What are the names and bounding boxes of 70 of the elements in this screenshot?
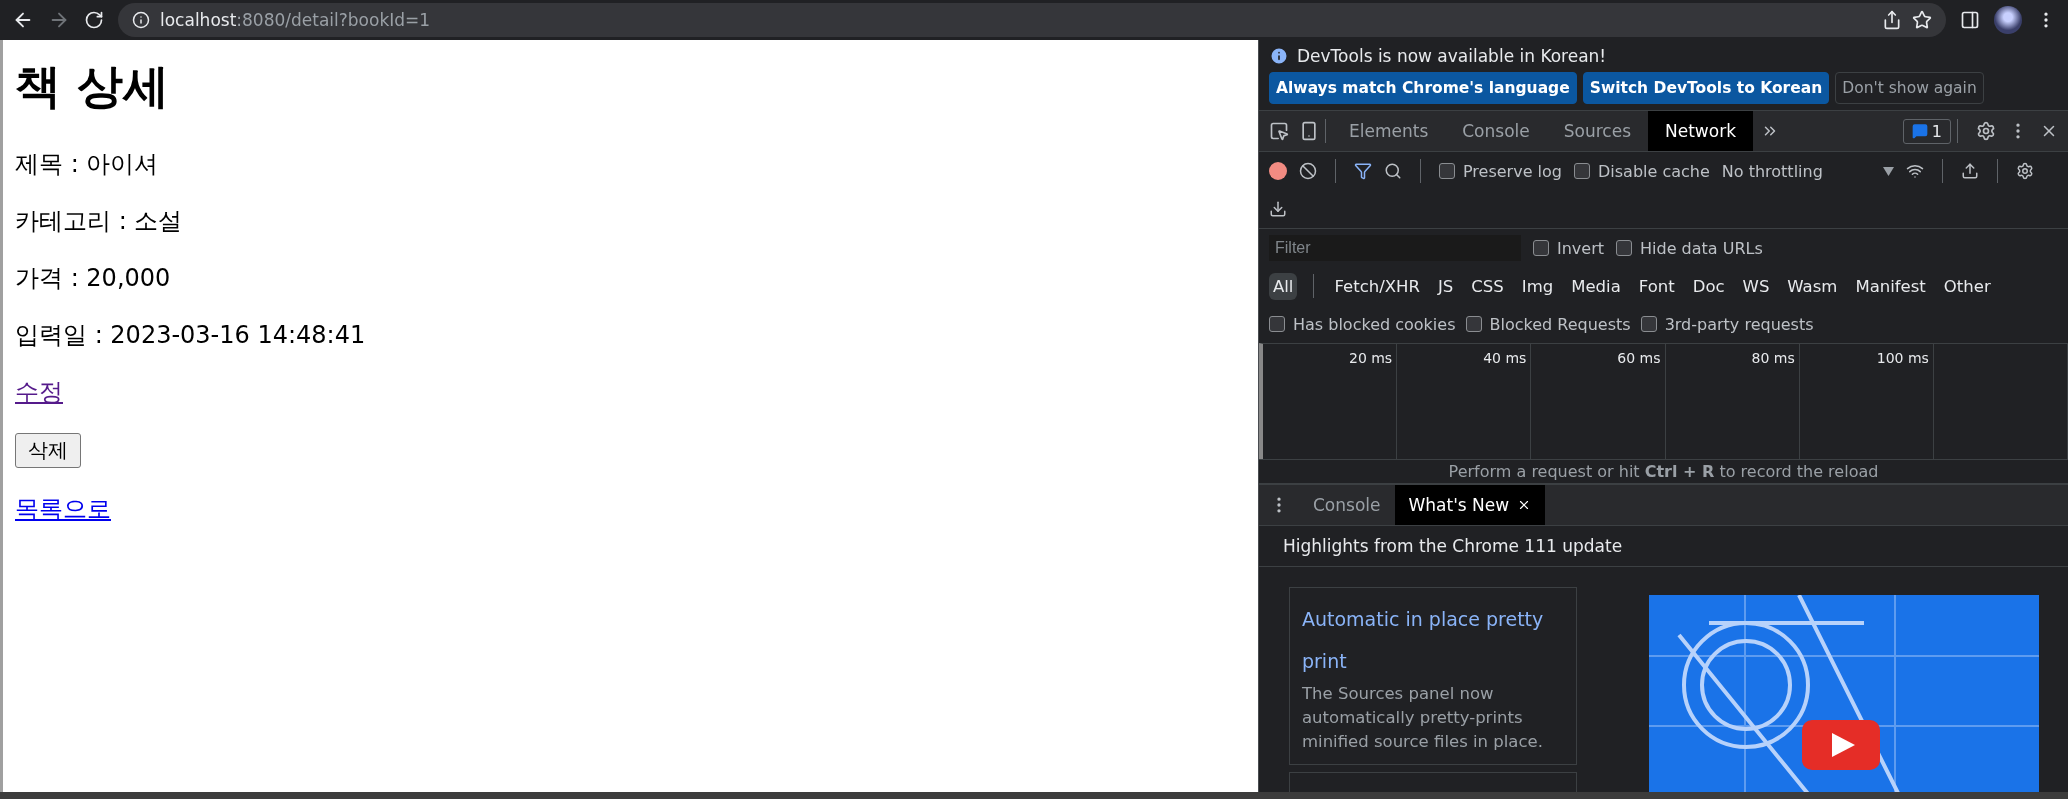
type-filter[interactable]: Fetch/XHR (1330, 272, 1424, 300)
throttling-select[interactable]: No throttling (1721, 161, 1894, 181)
panel-tab[interactable]: Sources (1546, 111, 1648, 151)
issues-badge[interactable]: 1 (1902, 118, 1951, 144)
page-heading: 책 상세 (15, 58, 170, 115)
checkbox[interactable]: Has blocked cookies (1269, 314, 1456, 334)
device-toolbar-icon[interactable] (1299, 121, 1319, 141)
type-filter[interactable]: All (1269, 272, 1298, 300)
delete-button[interactable]: 삭제 (15, 433, 81, 468)
bookmark-star-icon[interactable] (1912, 10, 1932, 30)
timeline-tick: 40 ms (1483, 350, 1527, 368)
checkbox[interactable]: Blocked Requests (1465, 314, 1631, 334)
timeline-tick: 60 ms (1617, 350, 1661, 368)
type-filter[interactable]: Manifest (1851, 272, 1930, 300)
profile-avatar[interactable] (1994, 6, 2022, 34)
side-panel-icon[interactable] (1960, 10, 1980, 30)
export-icon[interactable] (1269, 200, 1287, 218)
checkbox[interactable]: Hide data URLs (1616, 238, 1763, 258)
address-bar[interactable]: localhost:8080/detail?bookId=1 (118, 3, 1946, 37)
infobar-button[interactable]: Don't show again (1835, 72, 1984, 104)
checkbox[interactable]: Disable cache (1574, 161, 1710, 181)
filter-field[interactable]: Filter (1269, 235, 1521, 261)
timeline-tick: 20 ms (1348, 350, 1393, 368)
type-filter[interactable]: Wasm (1783, 272, 1842, 300)
infobar-message: DevTools is now available in Korean! (1297, 46, 1607, 66)
checkbox[interactable]: Preserve log (1439, 161, 1562, 181)
drawer-tab[interactable]: Console (1299, 485, 1395, 525)
type-filter[interactable]: CSS (1467, 272, 1508, 300)
settings-icon[interactable] (1976, 121, 1996, 141)
type-filter[interactable]: Media (1567, 272, 1625, 300)
message-icon (1911, 123, 1928, 139)
type-filter[interactable]: Font (1634, 272, 1679, 300)
highlights-title: Highlights from the Chrome 111 update (1283, 536, 1623, 556)
infobar-button[interactable]: Always match Chrome's language (1269, 72, 1577, 104)
type-filter[interactable]: Other (1939, 272, 1995, 300)
info-icon (132, 11, 150, 29)
checkbox[interactable]: 3rd-party requests (1640, 314, 1814, 334)
settings-icon[interactable] (2015, 162, 2034, 180)
timeline-tick: 100 ms (1876, 350, 1929, 368)
search-icon[interactable] (1384, 162, 1402, 180)
type-filter[interactable]: WS (1738, 272, 1774, 300)
type-filter[interactable]: Img (1517, 272, 1558, 300)
filter-icon[interactable] (1354, 162, 1372, 180)
detail-text: 가격 : 20,000 (15, 264, 171, 292)
network-conditions-icon[interactable] (1905, 162, 1924, 180)
feature-description: The Sources panel now automatically pretty-prints minified source files in place. (1302, 683, 1544, 753)
panel-tab[interactable]: Network (1648, 111, 1753, 151)
inspect-icon[interactable] (1269, 121, 1289, 141)
share-icon[interactable] (1882, 10, 1902, 30)
import-icon[interactable] (1960, 162, 1979, 180)
record-button[interactable] (1269, 162, 1287, 180)
dropdown-caret-icon (1882, 166, 1894, 176)
checkbox[interactable]: Invert (1533, 238, 1605, 258)
info-icon (1269, 46, 1289, 66)
type-filter[interactable]: Doc (1688, 272, 1729, 300)
detail-text: 카테고리 : 소설 (15, 207, 183, 235)
panel-tab[interactable]: Elements (1332, 111, 1446, 151)
empty-message: Perform a request or hit Ctrl + R to record the reload (1448, 462, 1879, 481)
clear-icon[interactable] (1299, 162, 1317, 180)
link[interactable]: 목록으로 (15, 495, 111, 523)
type-filter[interactable]: JS (1433, 272, 1458, 300)
detail-text: 입력일 : 2023-03-16 14:48:41 (15, 321, 366, 349)
drawer-tab[interactable]: What's New (1394, 485, 1546, 525)
detail-text: 제목 : 아이셔 (15, 150, 159, 178)
panel-tab[interactable]: Console (1445, 111, 1547, 151)
link[interactable]: 수정 (15, 378, 63, 406)
timeline-tick: 80 ms (1751, 350, 1795, 368)
infobar-button[interactable]: Switch DevTools to Korean (1582, 72, 1830, 104)
feature-title[interactable]: Automatic in place pretty print (1302, 598, 1564, 682)
reload-icon[interactable] (84, 10, 104, 30)
